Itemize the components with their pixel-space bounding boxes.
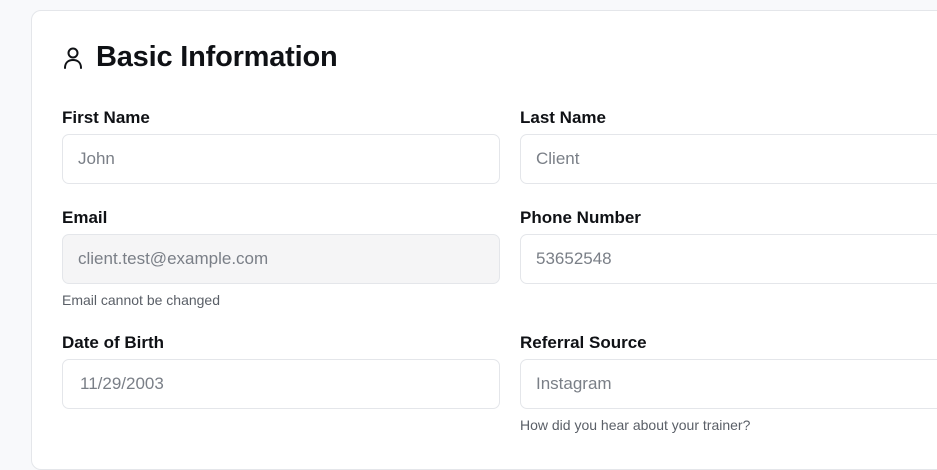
section-header: Basic Information — [62, 41, 338, 74]
last-name-label: Last Name — [520, 108, 606, 127]
first-name-field: First Name John — [62, 107, 500, 184]
section-title: Basic Information — [96, 41, 338, 73]
last-name-input[interactable]: Client — [520, 134, 937, 184]
email-helper-text: Email cannot be changed — [62, 292, 220, 308]
phone-label: Phone Number — [520, 208, 641, 227]
date-of-birth-label: Date of Birth — [62, 333, 164, 352]
first-name-label: First Name — [62, 108, 150, 127]
email-label: Email — [62, 208, 108, 227]
date-of-birth-field: Date of Birth 11/29/2003 — [62, 332, 500, 409]
date-of-birth-input[interactable]: 11/29/2003 — [62, 359, 500, 409]
first-name-input[interactable]: John — [62, 134, 500, 184]
referral-source-input[interactable]: Instagram — [520, 359, 937, 409]
referral-source-field: Referral Source Instagram How did you he… — [520, 332, 937, 433]
user-icon — [62, 45, 84, 71]
last-name-field: Last Name Client — [520, 107, 937, 184]
basic-information-card: Basic Information First Name John Last N… — [31, 10, 937, 470]
email-field: Email client.test@example.com Email cann… — [62, 207, 500, 308]
email-input: client.test@example.com — [62, 234, 500, 284]
referral-helper-text: How did you hear about your trainer? — [520, 417, 751, 433]
phone-input[interactable]: 53652548 — [520, 234, 937, 284]
phone-field: Phone Number 53652548 — [520, 207, 937, 284]
referral-source-label: Referral Source — [520, 333, 647, 352]
